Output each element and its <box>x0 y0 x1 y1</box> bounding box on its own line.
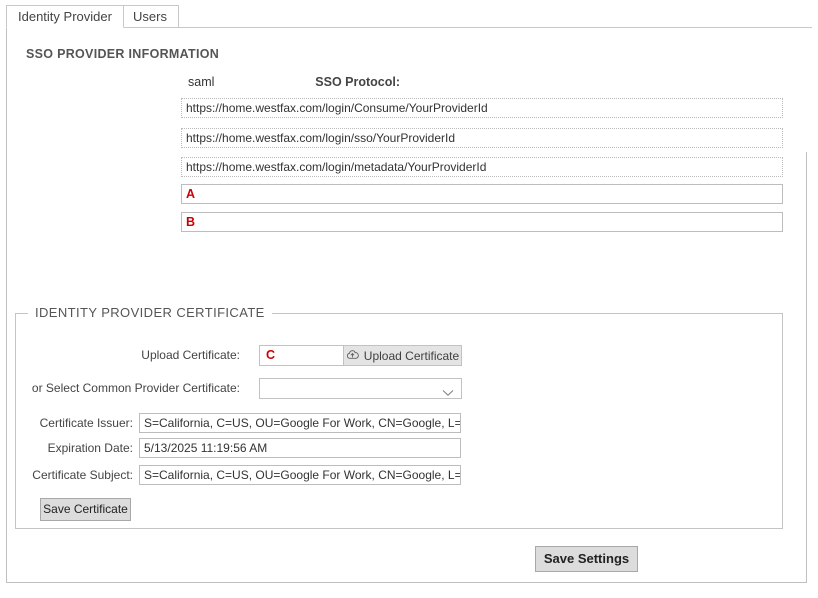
save-certificate-button[interactable]: Save Certificate <box>40 498 131 521</box>
redirect-endpoint-input[interactable]: https://home.westfax.com/login/sso/YourP… <box>181 128 783 148</box>
upload-certificate-button-label: Upload Certificate <box>364 349 459 363</box>
chevron-down-icon <box>442 384 454 403</box>
certificate-subject-input[interactable]: S=California, C=US, OU=Google For Work, … <box>139 465 461 485</box>
sso-provider-information-heading: SSO PROVIDER INFORMATION <box>26 47 219 61</box>
upload-certificate-control[interactable]: C Upload Certificate <box>259 345 462 366</box>
certificate-issuer-input[interactable]: S=California, C=US, OU=Google For Work, … <box>139 413 461 433</box>
upload-certificate-button[interactable]: Upload Certificate <box>343 346 461 365</box>
label-select-common-provider-certificate: or Select Common Provider Certificate: <box>20 378 240 398</box>
row-redirect-endpoint: Redirect Endpoint: https://home.westfax.… <box>0 128 783 150</box>
upload-certificate-filename[interactable]: C <box>260 346 343 365</box>
expiration-date-input[interactable]: 5/13/2025 11:19:56 AM <box>139 438 461 458</box>
tab-identity-provider[interactable]: Identity Provider <box>6 5 124 28</box>
row-sso-protocol: SSO Protocol: saml <box>0 72 400 94</box>
label-certificate-subject: Certificate Subject: <box>20 465 133 485</box>
common-provider-certificate-select[interactable] <box>259 378 462 399</box>
consume-endpoint-input[interactable]: https://home.westfax.com/login/Consume/Y… <box>181 98 783 118</box>
row-consume-endpoint: Consume Endpoint: https://home.westfax.c… <box>0 98 783 120</box>
cloud-upload-icon <box>346 349 359 363</box>
label-expiration-date: Expiration Date: <box>20 438 133 458</box>
value-sso-protocol: saml <box>188 72 214 92</box>
identity-provider-certificate-legend: IDENTITY PROVIDER CERTIFICATE <box>28 305 272 320</box>
save-settings-button[interactable]: Save Settings <box>535 546 638 572</box>
label-upload-certificate: Upload Certificate: <box>50 345 240 365</box>
label-certificate-issuer: Certificate Issuer: <box>20 413 133 433</box>
tab-bar: Identity Provider Users <box>6 5 812 28</box>
label-sso-protocol: SSO Protocol: <box>230 72 400 92</box>
panel-left-edge <box>6 27 7 153</box>
tab-users[interactable]: Users <box>121 5 179 28</box>
